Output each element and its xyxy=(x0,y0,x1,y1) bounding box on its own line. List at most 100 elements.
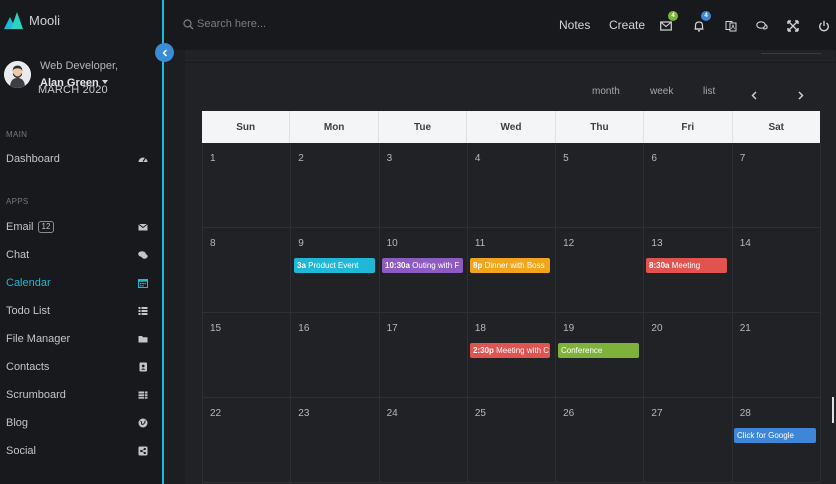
sidebar-item-calendar[interactable]: Calendar xyxy=(6,274,148,292)
view-week-button[interactable]: week xyxy=(650,86,673,97)
event-title: Dinner with Boss xyxy=(484,261,545,270)
day-cell[interactable]: 22 xyxy=(203,398,292,482)
sidebar-item-label: Blog xyxy=(6,417,29,429)
sidebar-item-dashboard[interactable]: Dashboard xyxy=(6,150,148,168)
day-number: 6 xyxy=(651,153,657,164)
calendar-event[interactable]: 8:30a Meeting xyxy=(646,258,727,273)
sidebar-item-label: Scrumboard xyxy=(6,389,66,401)
sidebar-item-file-manager[interactable]: File Manager xyxy=(6,330,148,348)
chat-icon xyxy=(756,21,768,30)
mail-button[interactable]: 4 xyxy=(660,11,678,31)
sidebar-item-chat[interactable]: Chat xyxy=(6,246,148,264)
event-title: Product Event xyxy=(308,261,359,270)
calendar-weekday-header: Sun Mon Tue Wed Thu Fri Sat xyxy=(202,111,820,143)
avatar[interactable] xyxy=(4,61,31,88)
language-button[interactable] xyxy=(725,19,737,32)
day-cell[interactable]: 24 xyxy=(380,398,468,482)
day-cell[interactable]: 20 xyxy=(644,313,733,397)
view-month-button[interactable]: month xyxy=(592,86,620,97)
day-cell[interactable]: 7 xyxy=(733,143,821,227)
translate-icon xyxy=(725,21,737,32)
day-cell[interactable]: 16 xyxy=(291,313,380,397)
day-cell[interactable]: 1 xyxy=(203,143,292,227)
sidebar-item-social[interactable]: Social xyxy=(6,442,148,460)
weekday-label: Wed xyxy=(467,111,556,143)
day-number: 8 xyxy=(210,238,216,249)
day-number: 9 xyxy=(298,238,304,249)
prev-month-button[interactable] xyxy=(750,87,759,100)
sidebar-item-label: Dashboard xyxy=(6,153,60,165)
day-cell[interactable]: 17 xyxy=(380,313,468,397)
profile-role: Web Developer, xyxy=(40,60,119,72)
search-icon xyxy=(183,18,194,29)
day-cell[interactable]: 21 xyxy=(733,313,821,397)
day-cell[interactable]: 12 xyxy=(556,228,645,312)
share-icon xyxy=(138,446,148,456)
logout-button[interactable] xyxy=(818,19,830,32)
sidebar-item-todo-list[interactable]: Todo List xyxy=(6,302,148,320)
day-cell[interactable]: 3 xyxy=(380,143,468,227)
day-cell[interactable]: 2 xyxy=(291,143,380,227)
sidebar-item-blog[interactable]: Blog xyxy=(6,414,148,432)
calendar-event[interactable]: Conference xyxy=(558,343,639,358)
day-number: 22 xyxy=(210,408,222,419)
day-cell[interactable]: 26 xyxy=(556,398,645,482)
envelope-icon xyxy=(660,21,672,31)
day-cell[interactable]: 4 xyxy=(468,143,557,227)
scrollbar-thumb[interactable] xyxy=(832,397,834,423)
messages-button[interactable] xyxy=(756,19,768,31)
event-title: Outing with F xyxy=(412,261,460,270)
calendar-event[interactable]: 2:30p Meeting with C xyxy=(470,343,550,358)
calendar-event[interactable]: 10:30a Outing with F xyxy=(382,258,463,273)
chevron-left-icon xyxy=(751,91,757,100)
mail-count-badge: 4 xyxy=(668,11,678,21)
chevron-right-icon xyxy=(798,91,804,100)
day-number: 5 xyxy=(563,153,569,164)
board-icon xyxy=(138,390,148,400)
weekday-label: Sat xyxy=(768,121,785,133)
day-number: 25 xyxy=(474,408,486,419)
email-count-badge: 12 xyxy=(37,221,55,233)
event-time: 8:30a xyxy=(649,261,670,270)
mooli-logo-icon xyxy=(4,12,23,29)
notifications-button[interactable]: 4 xyxy=(693,11,711,32)
sidebar-item-scrumboard[interactable]: Scrumboard xyxy=(6,386,148,404)
day-number: 19 xyxy=(563,323,575,334)
day-cell[interactable]: 14 xyxy=(733,228,821,312)
day-cell[interactable]: 15 xyxy=(203,313,292,397)
day-number: 28 xyxy=(739,408,751,419)
event-title: Conference xyxy=(561,346,603,355)
day-number: 16 xyxy=(298,323,310,334)
day-number: 2 xyxy=(298,153,304,164)
day-number: 14 xyxy=(739,238,751,249)
brand-name: Mooli xyxy=(29,13,61,28)
sidebar-collapse-button[interactable] xyxy=(155,43,174,62)
fullscreen-button[interactable] xyxy=(787,19,799,32)
day-number: 7 xyxy=(739,153,746,164)
weekday-label: Sun xyxy=(202,111,291,143)
calendar-event[interactable]: 8p Dinner with Boss xyxy=(470,258,550,273)
sidebar-item-label: Email xyxy=(6,221,34,233)
day-cell[interactable]: 23 xyxy=(291,398,380,482)
day-cell[interactable]: 5 xyxy=(556,143,645,227)
sidebar-item-email[interactable]: Email 12 xyxy=(6,218,148,236)
dashboard-icon xyxy=(138,154,148,164)
day-number: 4 xyxy=(474,153,481,164)
sidebar-item-label: Calendar xyxy=(6,277,51,289)
calendar-week-row: 1 2 3 4 5 6 7 xyxy=(203,143,821,228)
day-cell[interactable]: 8 xyxy=(203,228,292,312)
calendar-event[interactable]: 3a Product Event xyxy=(294,258,375,273)
day-cell[interactable]: 25 xyxy=(468,398,557,482)
brand[interactable]: Mooli xyxy=(4,12,60,29)
next-month-button[interactable] xyxy=(796,87,805,100)
sidebar-item-contacts[interactable]: Contacts xyxy=(6,358,148,376)
search-input[interactable] xyxy=(197,18,317,30)
day-cell[interactable]: 6 xyxy=(644,143,733,227)
day-cell[interactable]: 27 xyxy=(644,398,733,482)
day-number: 12 xyxy=(563,238,575,249)
calendar-event[interactable]: Click for Google xyxy=(734,428,816,443)
create-link[interactable]: Create xyxy=(609,18,645,32)
view-list-button[interactable]: list xyxy=(703,86,715,97)
notes-link[interactable]: Notes xyxy=(559,18,590,32)
day-number: 13 xyxy=(651,238,663,249)
